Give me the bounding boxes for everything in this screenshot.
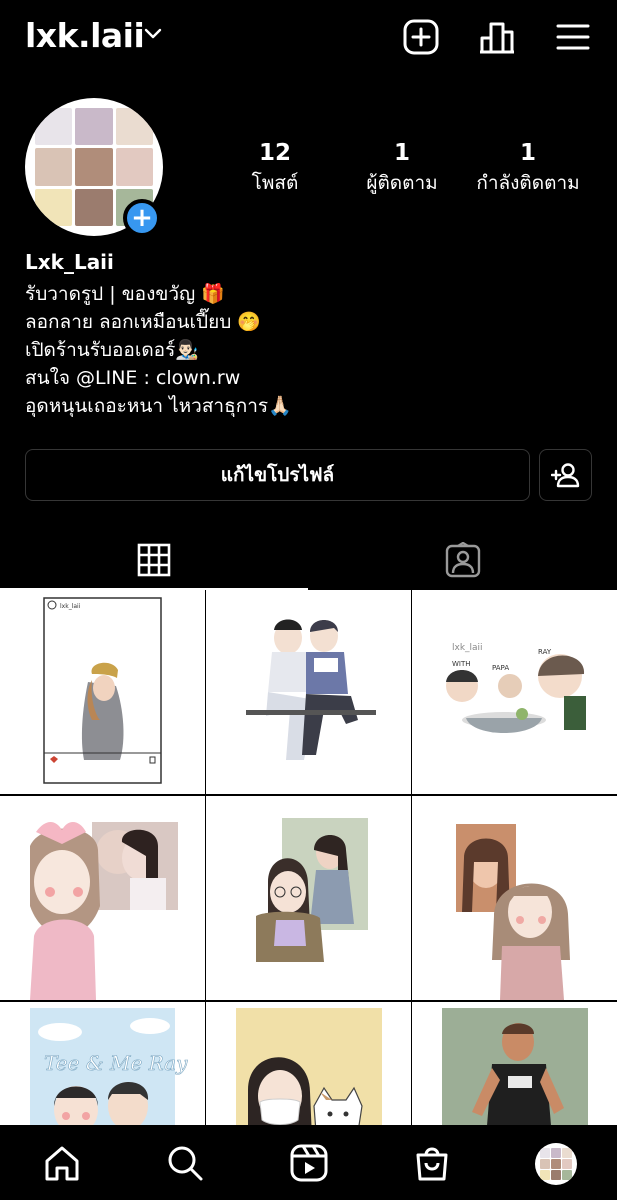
bio-line[interactable]: สนใจ @LINE : clown.rw	[25, 364, 585, 392]
profile-avatar-nav[interactable]	[535, 1143, 577, 1185]
post-thumbnail[interactable]	[412, 796, 617, 1000]
posts-grid: lxk_laii lxk_laii WITH PAPA RAY Tee & Me…	[0, 590, 617, 1200]
tab-tagged[interactable]	[309, 530, 617, 590]
post-thumbnail[interactable]	[0, 796, 205, 1000]
following-count[interactable]: 1 กำลังติดตาม	[448, 140, 608, 198]
edit-profile-button[interactable]: แก้ไขโปรไฟล์	[25, 449, 530, 501]
chevron-down-icon[interactable]	[144, 27, 162, 41]
post-label-ray: RAY	[538, 648, 552, 656]
post-label-with: WITH	[452, 660, 471, 668]
stat-label: กำลังติดตาม	[476, 172, 580, 194]
bio-line: รับวาดรูป | ของขวัญ 🎁	[25, 283, 225, 305]
post-illustration	[256, 818, 368, 962]
reels-icon[interactable]	[289, 1143, 329, 1183]
bio-line: อุดหนุนเถอะหนา ไหวสาธุการ🙏🏻	[25, 395, 292, 417]
top-bar: lxk.laii	[0, 0, 617, 80]
post-thumbnail[interactable]: lxk_laii WITH PAPA RAY	[412, 590, 617, 794]
posts-grid-icon	[137, 543, 171, 577]
post-illustration: lxk_laii WITH PAPA RAY	[444, 634, 586, 742]
post-thumbnail[interactable]: lxk_laii	[0, 590, 205, 794]
new-post-icon[interactable]	[402, 18, 440, 56]
post-illustration	[30, 821, 178, 1000]
bio-line: เปิดร้านรับออเดอร์👨🏻‍🎨	[25, 339, 199, 361]
post-watermark: lxk_laii	[452, 643, 483, 653]
bottom-nav	[0, 1125, 617, 1200]
stat-value: 1	[519, 140, 536, 166]
tagged-icon	[445, 542, 481, 578]
post-illustration	[456, 824, 570, 1000]
post-label-papa: PAPA	[492, 664, 509, 672]
post-title-text: Tee & Me Ray	[44, 1051, 188, 1075]
tab-posts[interactable]	[0, 530, 308, 590]
post-thumbnail[interactable]	[206, 590, 411, 794]
add-user-icon	[550, 463, 579, 488]
post-illustration	[246, 619, 376, 760]
post-illustration: lxk_laii	[43, 597, 162, 784]
add-story-button[interactable]: +	[123, 199, 161, 237]
username[interactable]: lxk.laii	[25, 16, 145, 55]
shop-icon[interactable]	[412, 1143, 452, 1183]
bio: รับวาดรูป | ของขวัญ 🎁 ลอกลาย ลอกเหมือนเป…	[25, 280, 585, 420]
insights-icon[interactable]	[478, 18, 516, 56]
home-icon[interactable]	[42, 1143, 82, 1183]
bio-line: ลอกลาย ลอกเหมือนเปี๊ยบ 🤭	[25, 311, 261, 333]
display-name: Lxk_Laii	[25, 250, 114, 274]
post-username-text: lxk_laii	[60, 603, 81, 610]
post-thumbnail[interactable]	[206, 796, 411, 1000]
search-icon[interactable]	[165, 1143, 205, 1183]
discover-people-button[interactable]	[539, 449, 592, 501]
menu-icon[interactable]	[554, 18, 592, 56]
